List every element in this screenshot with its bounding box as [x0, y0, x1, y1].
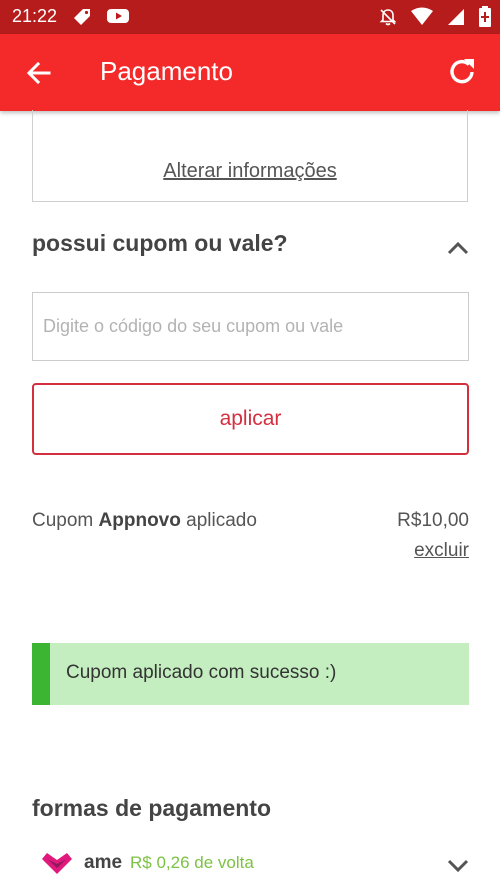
wifi-icon	[411, 7, 433, 25]
notifications-off-icon	[379, 9, 397, 26]
status-right-icons	[378, 6, 492, 28]
coupon-code-input[interactable]	[32, 292, 469, 361]
refresh-icon	[450, 59, 474, 84]
success-accent-bar	[32, 643, 50, 705]
success-message: Cupom aplicado com sucesso :)	[66, 662, 337, 683]
app-bar: Pagamento	[0, 34, 500, 111]
ame-label: ame	[84, 852, 123, 873]
payment-option-ame[interactable]: ame R$ 0,26 de volta	[32, 848, 469, 882]
status-time: 21:22	[12, 6, 58, 26]
chevron-up-icon	[447, 241, 469, 255]
refresh-button[interactable]	[444, 54, 480, 90]
remove-coupon-link[interactable]: excluir	[414, 540, 469, 562]
status-bar: 21:22	[0, 0, 500, 34]
applied-coupon-code: Appnovo	[98, 510, 181, 531]
applied-coupon-value: R$10,00	[397, 510, 469, 531]
applied-coupon-row: Cupom Appnovo aplicado R$10,00 excluir	[32, 510, 469, 561]
applied-suffix: aplicado	[186, 510, 257, 531]
tag-icon	[74, 9, 90, 25]
page-title: Pagamento	[100, 56, 233, 86]
payment-methods-title: formas de pagamento	[32, 795, 271, 821]
chevron-down-icon	[447, 859, 469, 872]
success-banner: Cupom aplicado com sucesso :)	[32, 643, 469, 705]
applied-prefix: Cupom	[32, 510, 94, 531]
collapse-coupon-button[interactable]	[446, 240, 470, 256]
youtube-icon	[107, 9, 129, 23]
ame-logo-icon	[42, 853, 72, 874]
arrow-left-icon	[26, 61, 51, 85]
status-left-icons	[72, 7, 130, 27]
address-card: Alterar informações	[32, 110, 468, 202]
battery-icon	[479, 6, 491, 27]
coupon-section-title: possui cupom ou vale?	[32, 230, 288, 256]
back-button[interactable]	[22, 56, 56, 90]
alter-info-link[interactable]: Alterar informações	[33, 160, 467, 183]
ame-cashback: R$ 0,26 de volta	[130, 853, 254, 872]
applied-coupon-text: Cupom Appnovo aplicado	[32, 510, 257, 531]
signal-icon	[448, 9, 464, 25]
apply-coupon-button[interactable]: aplicar	[32, 383, 469, 455]
